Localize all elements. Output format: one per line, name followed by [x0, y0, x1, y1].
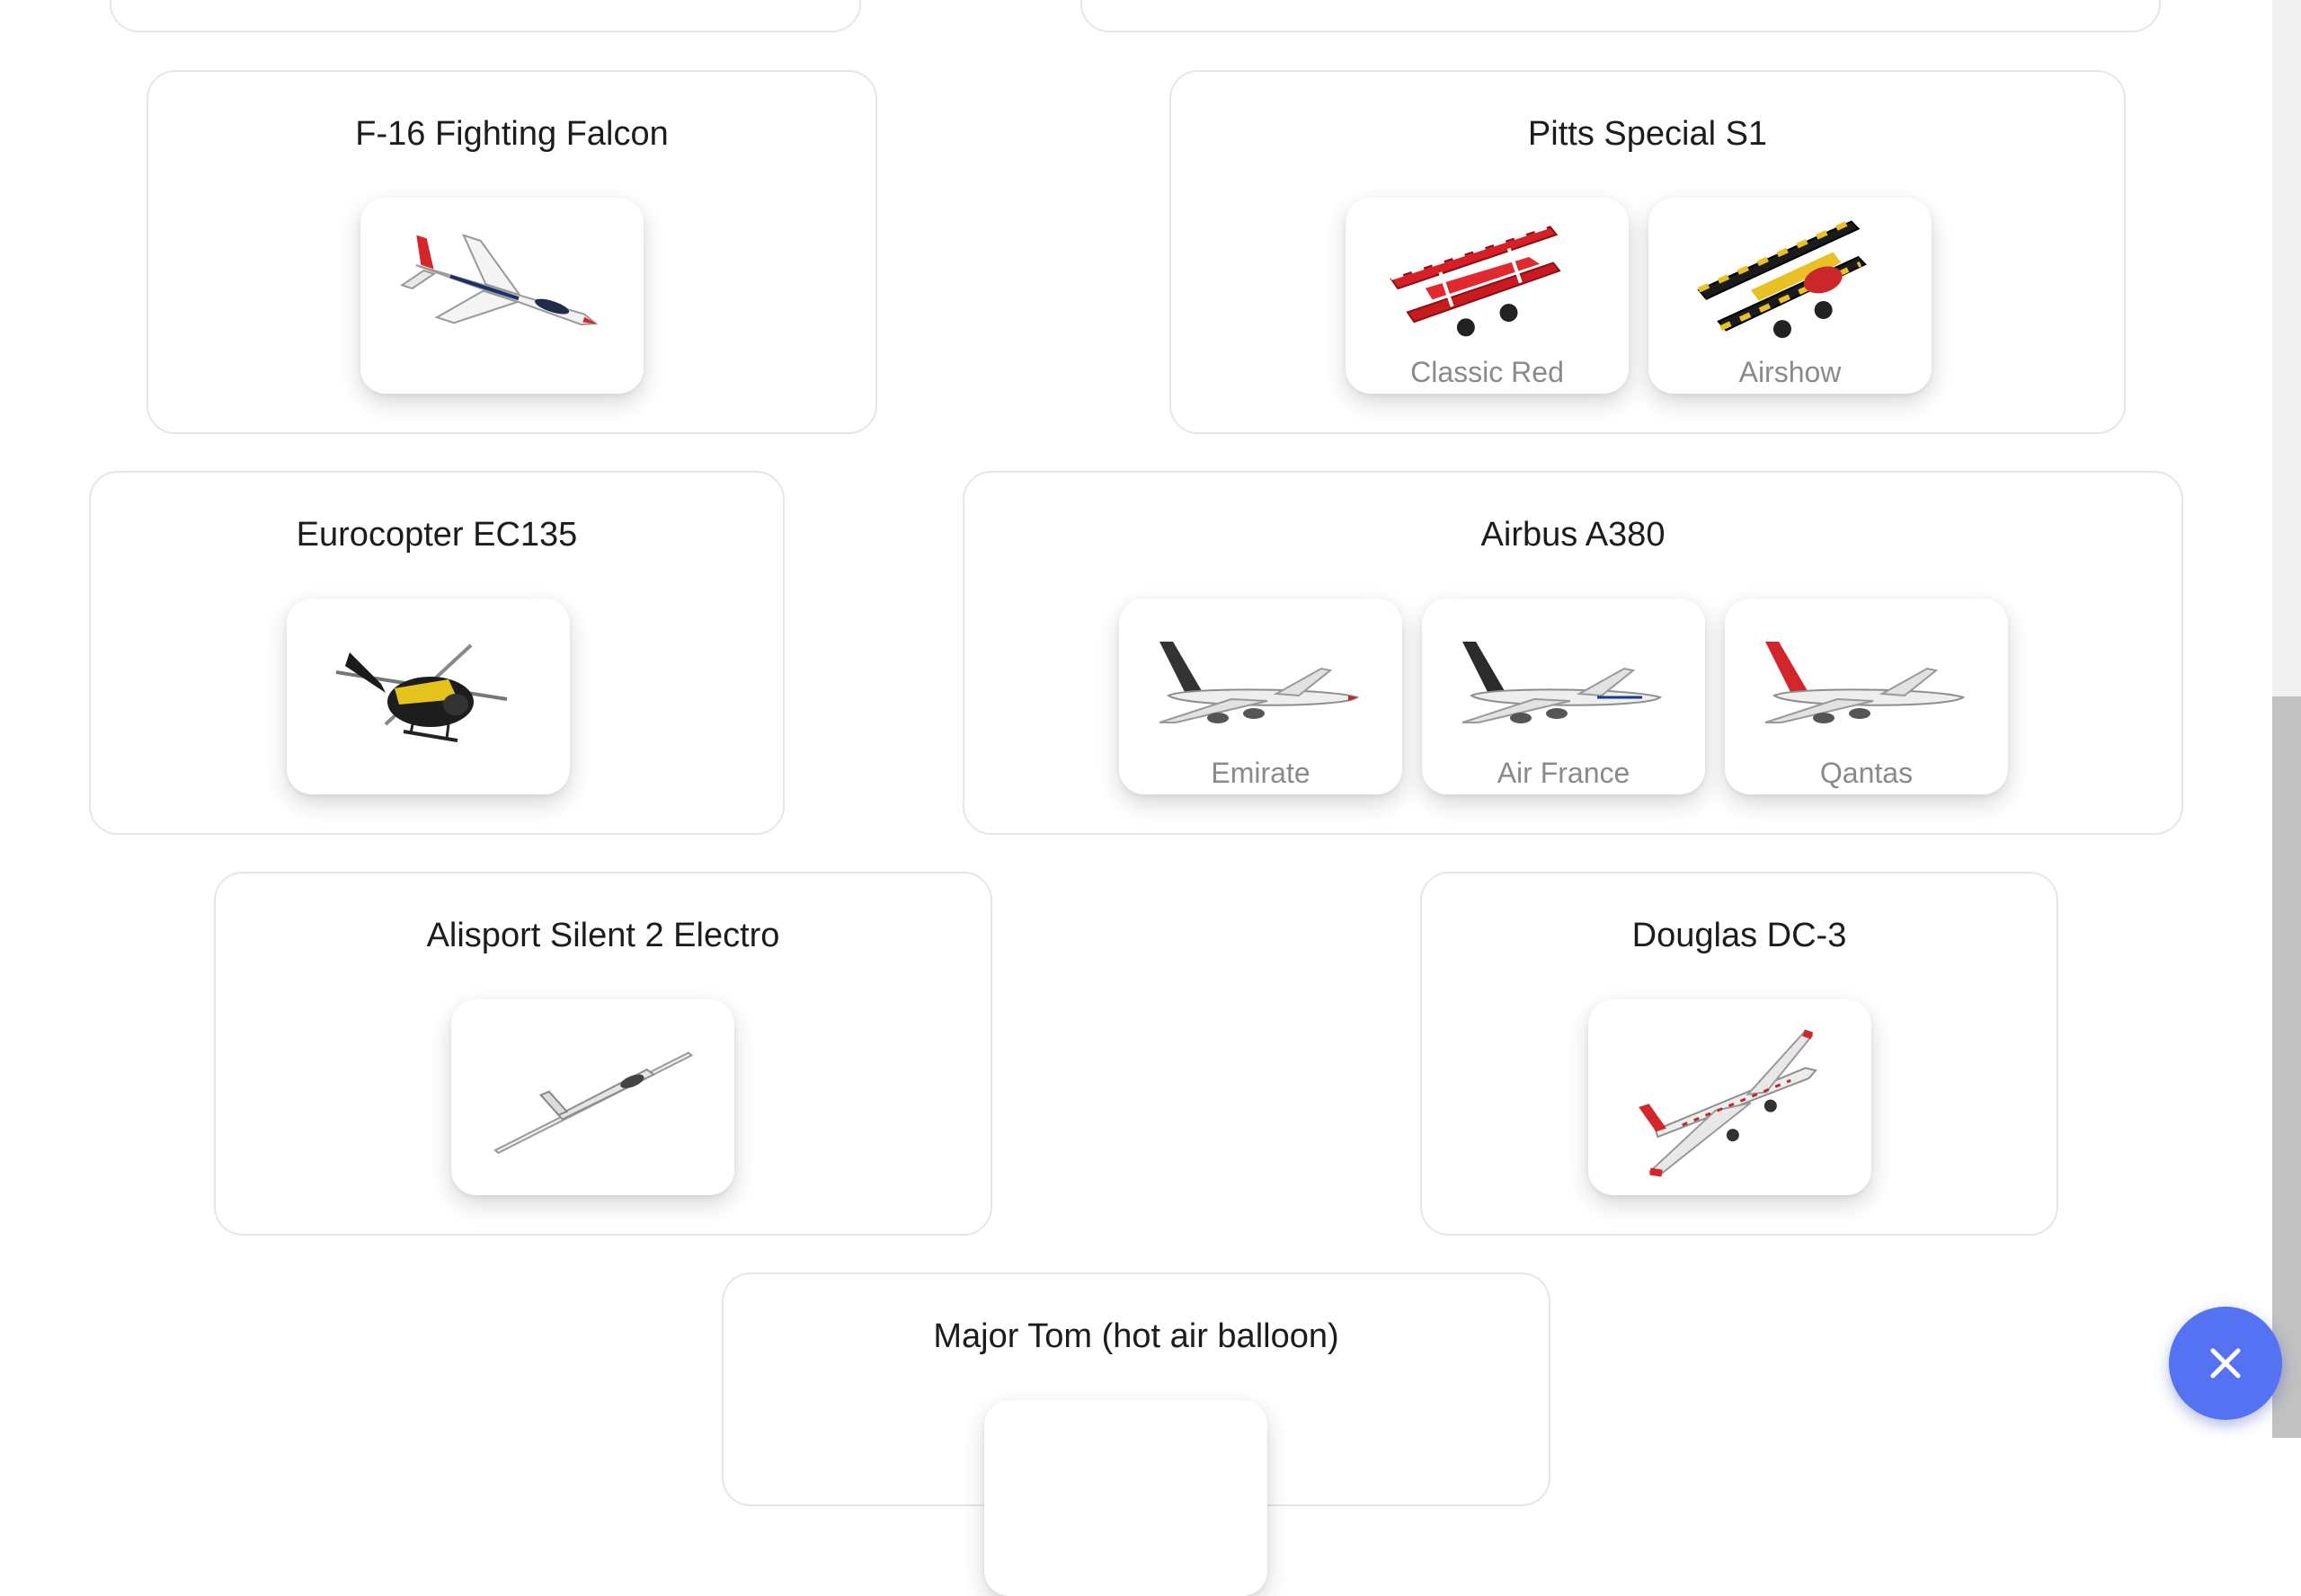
aircraft-name: F-16 Fighting Falcon	[355, 115, 669, 153]
hot-air-balloon-icon	[984, 1400, 1267, 1596]
aircraft-name: Eurocopter EC135	[296, 516, 578, 554]
aircraft-card-major-tom: Major Tom (hot air balloon)	[722, 1272, 1550, 1596]
variant-tile[interactable]	[1588, 999, 1871, 1195]
variant-tile[interactable]: Air France	[1422, 598, 1705, 794]
glider-icon	[493, 1051, 694, 1155]
helicopter-icon	[335, 643, 508, 742]
aircraft-card-silent2: Alisport Silent 2 Electro	[214, 872, 992, 1236]
close-button[interactable]	[2169, 1307, 2282, 1420]
aircraft-card-f16: F-16 Fighting Falcon	[147, 70, 877, 434]
aircraft-name: Alisport Silent 2 Electro	[426, 917, 780, 954]
variant-label: Air France	[1497, 757, 1630, 789]
variant-label: Emirate	[1211, 757, 1310, 789]
f16-jet-icon	[399, 234, 599, 326]
close-icon	[2210, 1348, 2241, 1379]
aircraft-name: Pitts Special S1	[1527, 115, 1768, 153]
variant-tile[interactable]: Airshow	[1648, 198, 1932, 394]
variant-label: Classic Red	[1410, 356, 1564, 388]
variant-label: Qantas	[1819, 757, 1914, 789]
aircraft-name: Douglas DC-3	[1631, 917, 1847, 954]
aircraft-card-pitts: Pitts Special S1 Classic Red Airshow	[1169, 70, 2126, 434]
variant-tile[interactable]	[287, 598, 570, 794]
aircraft-card-partial	[110, 0, 861, 32]
variant-tile[interactable]: Emirate	[1119, 598, 1402, 794]
aircraft-card-a380: Airbus A380 Emirate Air France Qantas	[963, 471, 2183, 835]
variant-tile[interactable]	[360, 198, 644, 394]
variant-tile[interactable]: Classic Red	[1346, 198, 1629, 394]
aircraft-name: Airbus A380	[1480, 516, 1666, 554]
aircraft-card-dc3: Douglas DC-3	[1420, 872, 2058, 1236]
aircraft-card-partial	[1080, 0, 2161, 32]
propeller-airliner-icon	[1639, 1029, 1817, 1177]
variant-label: Airshow	[1738, 356, 1842, 388]
variant-tile[interactable]	[451, 999, 734, 1195]
scrollbar-thumb[interactable]	[2272, 696, 2301, 1438]
aircraft-name: Major Tom (hot air balloon)	[933, 1317, 1339, 1355]
variant-tile[interactable]: Qantas	[1725, 598, 2008, 794]
variant-tile[interactable]	[984, 1400, 1267, 1596]
aircraft-card-ec135: Eurocopter EC135	[89, 471, 785, 835]
